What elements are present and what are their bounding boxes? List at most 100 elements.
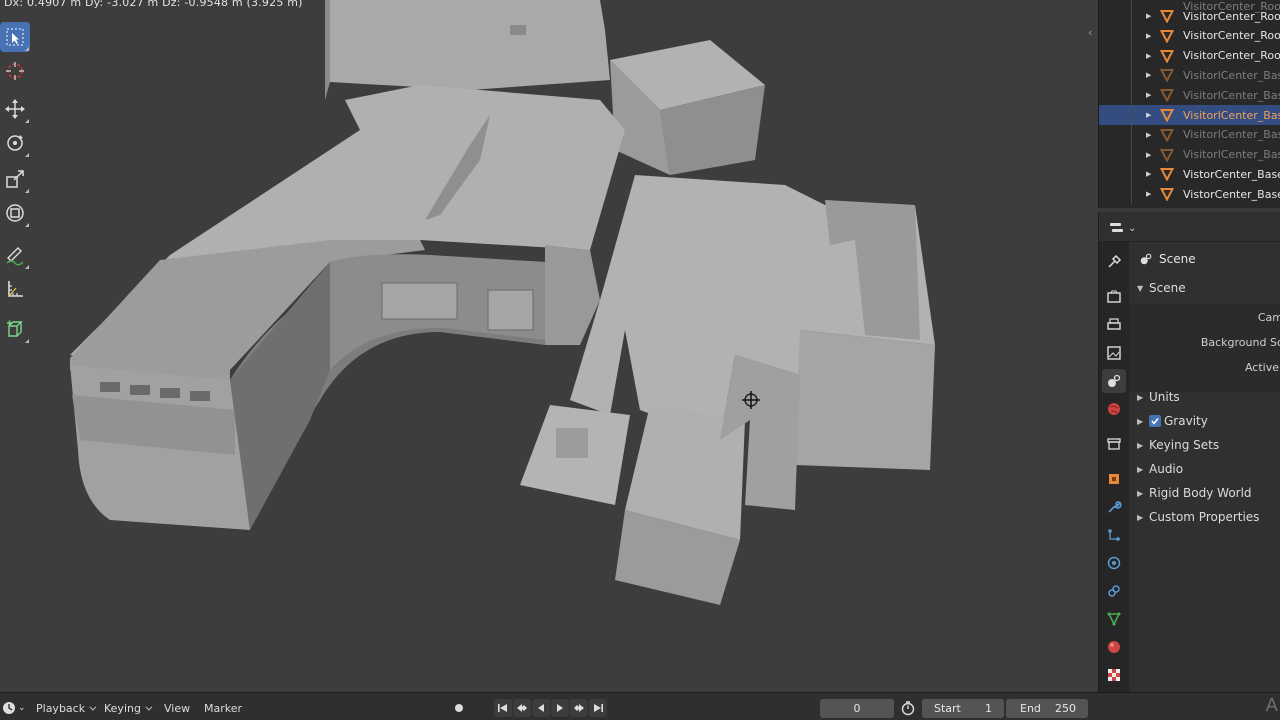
panel-rigid-body-world[interactable]: ▶ Rigid Body World xyxy=(1129,481,1280,505)
outliner-row[interactable]: ▶ VisitorCenter_Roofs xyxy=(1099,6,1280,26)
panel-gravity[interactable]: ▶ Gravity xyxy=(1129,409,1280,433)
hierarchy-line xyxy=(1131,164,1132,185)
3d-viewport[interactable]: Dx: 0.4907 m Dy: -3.027 m Dz: -0.9548 m … xyxy=(0,0,1098,692)
tab-collection[interactable] xyxy=(1102,432,1126,456)
building-model[interactable] xyxy=(0,0,1098,692)
prev-keyframe-button[interactable] xyxy=(513,699,531,717)
panel-units[interactable]: ▶ Units xyxy=(1129,385,1280,409)
outliner-row[interactable]: ▶ VisitorlCenter_Base xyxy=(1099,144,1280,165)
gravity-checkbox[interactable] xyxy=(1149,415,1161,427)
outliner-item-name: VisitorCenter_Roofs xyxy=(1183,49,1280,63)
model-window xyxy=(487,289,534,331)
record-icon xyxy=(455,704,463,712)
material-icon xyxy=(1108,641,1120,653)
tab-render[interactable] xyxy=(1102,285,1126,309)
start-label: Start xyxy=(934,702,961,715)
view-menu[interactable]: View xyxy=(164,699,190,717)
tab-particles[interactable] xyxy=(1102,523,1126,547)
end-frame-field[interactable]: End 250 xyxy=(1006,699,1088,718)
expand-arrow-icon[interactable]: ▶ xyxy=(1146,71,1151,79)
collapsed-arrow-icon: ▶ xyxy=(1137,416,1144,426)
tab-data[interactable] xyxy=(1102,607,1126,631)
context-path: Scene xyxy=(1139,252,1196,266)
panel-scene-header[interactable]: ▼ Scene xyxy=(1129,276,1280,300)
mesh-object-icon xyxy=(1160,148,1174,162)
model-small-cube xyxy=(556,428,588,458)
tab-texture[interactable] xyxy=(1102,663,1126,687)
cursor-tool[interactable] xyxy=(0,56,30,86)
play-reverse-icon xyxy=(538,704,544,712)
next-keyframe-icon xyxy=(574,704,584,712)
outliner-item-name: VisitorlCenter_Base xyxy=(1183,108,1280,122)
outliner-row[interactable]: ▶ VisitorlCenter_Base xyxy=(1099,65,1280,86)
jump-start-icon xyxy=(498,704,507,712)
add-cube-tool[interactable] xyxy=(0,314,30,344)
outliner-row[interactable]: ▶ VisitorCenter_Roofs xyxy=(1099,45,1280,66)
tab-world[interactable] xyxy=(1102,397,1126,421)
expand-arrow-icon[interactable]: ▶ xyxy=(1146,52,1151,60)
watermark-letter: A xyxy=(1265,695,1278,716)
outliner-row[interactable]: ▶ VisitorlCenter_Base xyxy=(1099,124,1280,145)
expand-arrow-icon[interactable]: ▶ xyxy=(1146,32,1151,40)
panel-keying-sets[interactable]: ▶ Keying Sets xyxy=(1129,433,1280,457)
tab-output[interactable] xyxy=(1102,313,1126,337)
editor-type-button[interactable]: ⌄ xyxy=(1109,219,1137,237)
blender-window: Dx: 0.4907 m Dy: -3.027 m Dz: -0.9548 m … xyxy=(0,0,1280,720)
tab-constraints[interactable] xyxy=(1102,579,1126,603)
camera-field-label: Cam xyxy=(1257,311,1280,324)
next-keyframe-button[interactable] xyxy=(570,699,588,717)
playback-menu[interactable]: Playback xyxy=(36,699,94,717)
annotate-tool[interactable] xyxy=(0,240,30,270)
expand-arrow-icon[interactable]: ▶ xyxy=(1146,151,1151,159)
expand-arrow-icon[interactable]: ▶ xyxy=(1146,190,1151,198)
properties-header: ⌄ xyxy=(1099,212,1280,242)
expand-arrow-icon[interactable]: ▶ xyxy=(1146,12,1151,20)
image-icon xyxy=(1107,346,1121,360)
sidebar-toggle-icon[interactable]: ‹ xyxy=(1088,26,1092,39)
expand-arrow-icon[interactable]: ▶ xyxy=(1146,170,1151,178)
play-button[interactable] xyxy=(551,699,569,717)
measure-tool[interactable] xyxy=(0,274,30,304)
keying-menu[interactable]: Keying xyxy=(104,699,150,717)
outliner-row[interactable]: ▶ VisitorlCenter_Base xyxy=(1099,105,1280,125)
play-reverse-button[interactable] xyxy=(532,699,550,717)
hierarchy-line xyxy=(1131,65,1132,86)
outliner-row[interactable]: ▶ VisitorCenter_Roofs xyxy=(1099,25,1280,46)
editor-type-dropdown[interactable]: ⌄ xyxy=(2,699,26,717)
expand-arrow-icon[interactable]: ▶ xyxy=(1146,111,1151,119)
outliner-row[interactable]: ▶ VistorCenter_Base_L xyxy=(1099,164,1280,185)
mesh-data-icon xyxy=(1107,612,1121,626)
rotate-tool[interactable] xyxy=(0,128,30,158)
tab-view-layer[interactable] xyxy=(1102,341,1126,365)
tab-material[interactable] xyxy=(1102,635,1126,659)
tab-scene[interactable] xyxy=(1102,369,1126,393)
jump-start-button[interactable] xyxy=(494,699,512,717)
outliner-panel: VisitorCenter_Roofs ▶ VisitorCenter_Roofs… xyxy=(1098,0,1280,208)
tab-tool[interactable] xyxy=(1102,250,1126,274)
tab-object[interactable] xyxy=(1102,467,1126,491)
collapsed-arrow-icon: ▶ xyxy=(1137,440,1144,450)
panel-custom-properties[interactable]: ▶ Custom Properties xyxy=(1129,505,1280,529)
record-button[interactable] xyxy=(450,699,468,717)
model-top-block-side xyxy=(325,0,330,100)
model-slot xyxy=(130,385,150,395)
outliner-row[interactable]: ▶ VisitorlCenter_Base xyxy=(1099,85,1280,106)
expand-arrow-icon[interactable]: ▶ xyxy=(1146,91,1151,99)
mesh-object-icon xyxy=(1160,168,1174,182)
jump-end-button[interactable] xyxy=(589,699,607,717)
start-frame-field[interactable]: Start 1 xyxy=(922,699,1004,718)
select-box-tool[interactable] xyxy=(0,22,30,52)
tab-physics[interactable] xyxy=(1102,551,1126,575)
tab-modifiers[interactable] xyxy=(1102,495,1126,519)
transform-tool[interactable] xyxy=(0,198,30,228)
expand-arrow-icon[interactable]: ▶ xyxy=(1146,131,1151,139)
stopwatch-toggle[interactable] xyxy=(900,699,916,717)
current-frame-field[interactable]: 0 xyxy=(820,699,894,718)
marker-menu[interactable]: Marker xyxy=(204,699,242,717)
panel-audio[interactable]: ▶ Audio xyxy=(1129,457,1280,481)
scale-tool[interactable] xyxy=(0,164,30,194)
hierarchy-line xyxy=(1131,85,1132,106)
move-tool[interactable] xyxy=(0,94,30,124)
collection-icon xyxy=(1107,438,1121,450)
outliner-row[interactable]: ▶ VistorCenter_Base_L xyxy=(1099,184,1280,205)
